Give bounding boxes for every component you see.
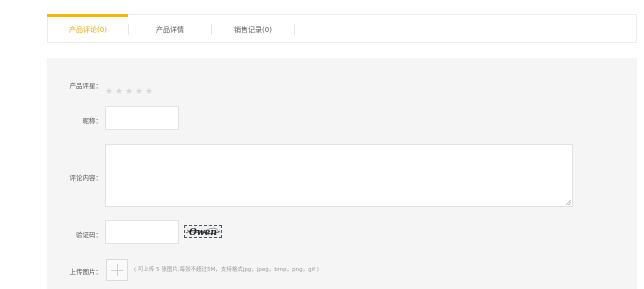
tab-product-reviews[interactable]: 产品评论(0)	[47, 14, 128, 42]
tab-divider	[294, 24, 295, 35]
captcha-input[interactable]	[106, 223, 178, 245]
captcha-graphic: Owen	[185, 227, 221, 237]
review-content-textarea[interactable]	[106, 145, 572, 206]
tab-product-details[interactable]: 产品详情	[129, 15, 211, 42]
nickname-field[interactable]	[105, 106, 179, 131]
captcha-field[interactable]	[105, 220, 179, 245]
resize-grip-icon[interactable]	[566, 200, 571, 205]
captcha-image[interactable]: Owen	[184, 225, 222, 238]
content-label: 评论内容：	[69, 174, 103, 182]
star-icon[interactable]: ★	[105, 88, 114, 97]
upload-image-button[interactable]	[106, 259, 128, 281]
captcha-label: 验证码：	[76, 231, 102, 239]
captcha-text: Owen	[189, 228, 217, 237]
rating-label: 产品评星：	[69, 82, 103, 90]
star-icon[interactable]: ★	[135, 88, 144, 97]
nickname-input[interactable]	[106, 109, 178, 131]
tab-sales-records[interactable]: 销售记录(0)	[212, 15, 294, 42]
star-icon[interactable]: ★	[125, 88, 134, 97]
star-icon[interactable]: ★	[145, 88, 154, 97]
product-tabs: 产品评论(0) 产品详情 销售记录(0)	[47, 14, 637, 43]
review-content-field[interactable]	[105, 144, 573, 207]
upload-hint: ( 可上传 5 张图片,每张不超过5M，支持格式jpg，jpeg，bmp，png…	[134, 267, 319, 273]
star-icon[interactable]: ★	[115, 88, 124, 97]
upload-label: 上传图片：	[69, 268, 103, 276]
rating-stars[interactable]: ★ ★ ★ ★ ★	[105, 79, 155, 97]
nickname-label: 昵称：	[82, 117, 103, 125]
